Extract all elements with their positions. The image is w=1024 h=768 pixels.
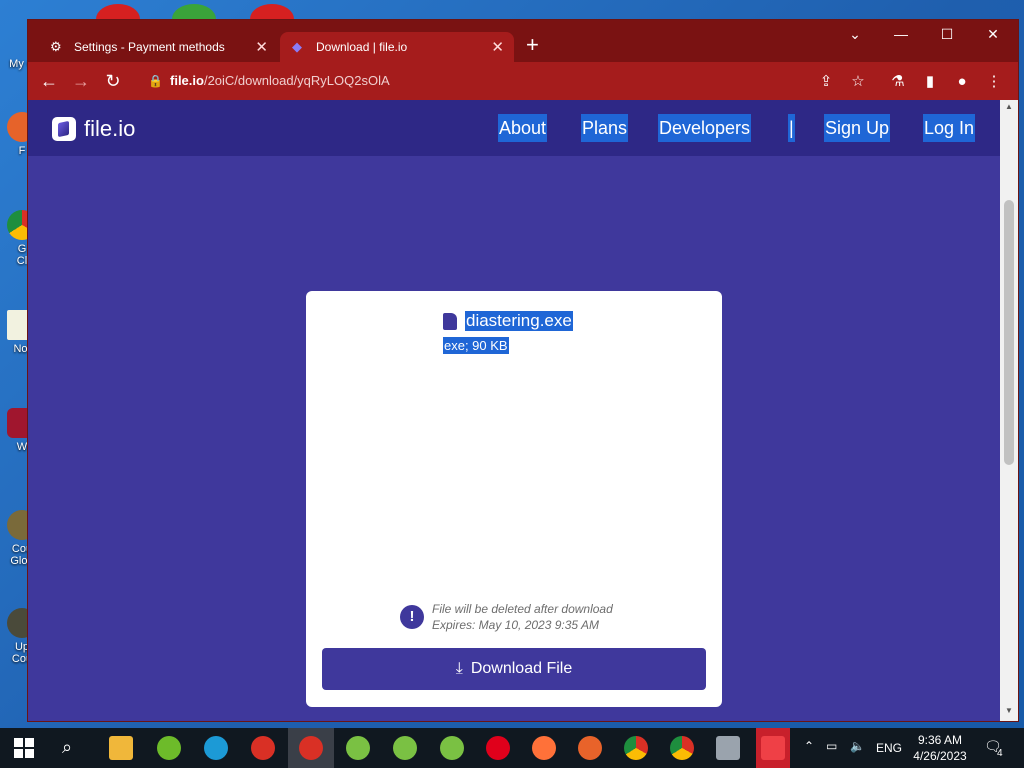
nav-about[interactable]: About — [498, 114, 548, 142]
profile-avatar-icon[interactable]: ● — [952, 72, 972, 92]
nav-developers[interactable]: Developers — [658, 114, 752, 142]
app-1-icon[interactable] — [346, 736, 370, 760]
logo-text: file.io — [84, 116, 136, 141]
nav-plans[interactable]: Plans — [581, 114, 629, 142]
reload-icon[interactable]: ↻ — [102, 70, 124, 92]
scroll-up-icon[interactable]: ▲ — [1000, 102, 1018, 111]
file-io-logo-icon — [52, 117, 76, 141]
app-4-icon[interactable] — [716, 736, 740, 760]
notice-text: File will be deleted after download Expi… — [432, 601, 613, 633]
close-icon[interactable]: ✕ — [491, 38, 504, 56]
nav-sign-up[interactable]: Sign Up — [824, 114, 891, 142]
chrome-2-icon[interactable] — [670, 736, 694, 760]
address-domain: file.io — [170, 73, 204, 88]
file-meta: exe; 90 KB — [443, 337, 509, 354]
chrome-b-icon[interactable] — [251, 736, 275, 760]
site-header: file.io About Plans Developers | Sign Up… — [28, 100, 1000, 156]
bookmark-star-icon[interactable]: ☆ — [848, 72, 868, 92]
tab-strip: ⚙ Settings - Payment methods ✕ ◆ Downloa… — [28, 20, 1018, 62]
clock-time: 9:36 AM — [917, 733, 963, 747]
menu-kebab-icon[interactable]: ⋮ — [984, 72, 1004, 92]
firefox-icon[interactable] — [532, 736, 556, 760]
volume-icon[interactable]: 🔈 — [850, 739, 865, 753]
download-icon: ⤓ — [455, 660, 463, 677]
close-icon[interactable]: ✕ — [255, 38, 268, 56]
labs-flask-icon[interactable]: ⚗ — [888, 72, 908, 92]
back-icon[interactable]: ← — [38, 70, 60, 92]
network-icon[interactable]: ▭ — [826, 739, 837, 753]
taskbar: ⌕ ⌃ ▭ 🔈 ENG 9:36 AM 4/26/2023 🗨 4 — [0, 728, 1024, 768]
download-card: diastering.exe exe; 90 KB ! File will be… — [306, 291, 722, 707]
chrome-profile-icon[interactable] — [299, 736, 323, 760]
address-path: /2oiC/download/yqRyLOQ2sOlA — [203, 73, 390, 88]
page-content: diastering.exe exe; 90 KB ! File will be… — [28, 156, 1000, 721]
firefox-2-icon[interactable] — [578, 736, 602, 760]
browser-toolbar: ← → ↻ 🔒 file.io/2oiC/download/yqRyLOQ2sO… — [28, 62, 1018, 100]
file-name: diastering.exe — [465, 311, 573, 331]
download-file-button[interactable]: ⤓ Download File — [322, 648, 706, 690]
gear-icon: ⚙ — [50, 39, 62, 54]
download-button-label: Download File — [470, 660, 573, 677]
notification-count: 4 — [997, 748, 1003, 759]
start-button[interactable] — [14, 738, 34, 758]
browser-window: ⚙ Settings - Payment methods ✕ ◆ Downloa… — [28, 20, 1018, 721]
notice-line-1: File will be deleted after download — [432, 602, 613, 616]
app-3-icon[interactable] — [440, 736, 464, 760]
chrome-icon[interactable] — [624, 736, 648, 760]
utorrent-icon[interactable] — [157, 736, 181, 760]
language-indicator[interactable]: ENG — [876, 741, 902, 755]
notice-line-2: Expires: May 10, 2023 9:35 AM — [432, 618, 599, 632]
address-bar[interactable]: 🔒 file.io/2oiC/download/yqRyLOQ2sOlA — [140, 67, 840, 95]
file-row: diastering.exe — [443, 311, 573, 331]
side-panel-icon[interactable]: ▮ — [920, 72, 940, 92]
nav-divider: | — [788, 114, 795, 142]
page-scrollbar[interactable]: ▲ ▼ — [1000, 100, 1018, 721]
app-2-icon[interactable] — [393, 736, 417, 760]
scroll-down-icon[interactable]: ▼ — [1000, 706, 1018, 715]
maximize-button[interactable]: ☐ — [932, 26, 962, 43]
tab-search-icon[interactable]: ⌄ — [840, 26, 870, 43]
deletion-notice: ! File will be deleted after download Ex… — [400, 601, 613, 633]
lock-icon: 🔒 — [148, 74, 163, 88]
forward-icon[interactable]: → — [70, 70, 92, 92]
exclamation-icon: ! — [400, 605, 424, 629]
tray-chevron-icon[interactable]: ⌃ — [804, 739, 814, 753]
file-icon — [443, 312, 457, 330]
new-tab-button[interactable]: + — [526, 34, 539, 56]
file-explorer-icon[interactable] — [109, 736, 133, 760]
share-icon[interactable]: ⇪ — [816, 72, 836, 92]
file-io-icon: ◆ — [292, 39, 302, 54]
opera-icon[interactable] — [486, 736, 510, 760]
site-logo[interactable]: file.io — [52, 116, 135, 142]
edge-icon[interactable] — [204, 736, 228, 760]
anydesk-icon[interactable] — [761, 736, 785, 760]
tab-label: Download | file.io — [316, 40, 408, 54]
tab-file-io[interactable]: ◆ Download | file.io ✕ — [280, 32, 514, 62]
clock-date: 4/26/2023 — [913, 749, 967, 763]
nav-log-in[interactable]: Log In — [923, 114, 976, 142]
clock[interactable]: 9:36 AM 4/26/2023 — [908, 732, 972, 764]
tab-settings[interactable]: ⚙ Settings - Payment methods ✕ — [38, 32, 278, 62]
tab-label: Settings - Payment methods — [74, 40, 225, 54]
search-icon[interactable]: ⌕ — [62, 737, 72, 758]
scroll-thumb[interactable] — [1004, 200, 1014, 465]
minimize-button[interactable]: — — [886, 26, 916, 42]
close-window-button[interactable]: ✕ — [978, 26, 1008, 43]
